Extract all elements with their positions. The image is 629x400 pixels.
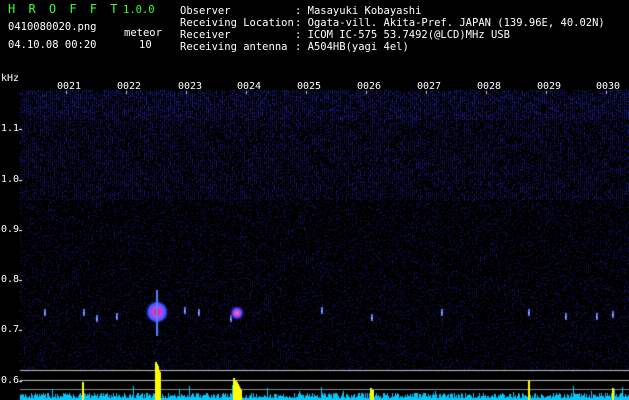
- receiver-value: : ICOM IC-575 53.7492(@LCD)MHz USB: [295, 29, 510, 41]
- location-label: Receiving Location: [180, 17, 294, 29]
- freq-tick-label: 0.6: [1, 375, 20, 386]
- meteor-count: 10: [139, 39, 152, 51]
- meteor-label: meteor: [124, 27, 162, 39]
- observer-label: Observer: [180, 5, 231, 17]
- time-tick-label: 0029: [537, 81, 562, 92]
- time-tick-label: 0021: [57, 81, 82, 92]
- file-name: 0410080020.png: [8, 21, 97, 33]
- receiver-label: Receiver: [180, 29, 231, 41]
- time-tick-label: 0028: [477, 81, 502, 92]
- time-tick-label: 0026: [357, 81, 382, 92]
- time-tick-label: 0023: [178, 81, 203, 92]
- freq-tick-label: 0.8: [1, 274, 20, 285]
- spectrogram-canvas: [0, 0, 629, 400]
- freq-tick-label: 1.0: [1, 174, 20, 185]
- freq-unit-label: kHz: [1, 73, 20, 84]
- observer-value: : Masayuki Kobayashi: [295, 5, 422, 17]
- time-tick-label: 0022: [117, 81, 142, 92]
- antenna-label: Receiving antenna: [180, 41, 288, 53]
- freq-tick-label: 0.9: [1, 224, 20, 235]
- time-tick-label: 0030: [596, 81, 621, 92]
- time-tick-label: 0025: [297, 81, 322, 92]
- app-title: H R O F F T: [8, 2, 121, 16]
- time-tick-label: 0024: [237, 81, 262, 92]
- freq-tick-label: 0.7: [1, 324, 20, 335]
- location-value: : Ogata-vill. Akita-Pref. JAPAN (139.96E…: [295, 17, 605, 29]
- freq-tick-label: 1.1: [1, 123, 20, 134]
- app-version: 1.0.0: [123, 4, 155, 16]
- time-tick-label: 0027: [417, 81, 442, 92]
- antenna-value: : A504HB(yagi 4el): [295, 41, 409, 53]
- file-timestamp: 04.10.08 00:20: [8, 39, 97, 51]
